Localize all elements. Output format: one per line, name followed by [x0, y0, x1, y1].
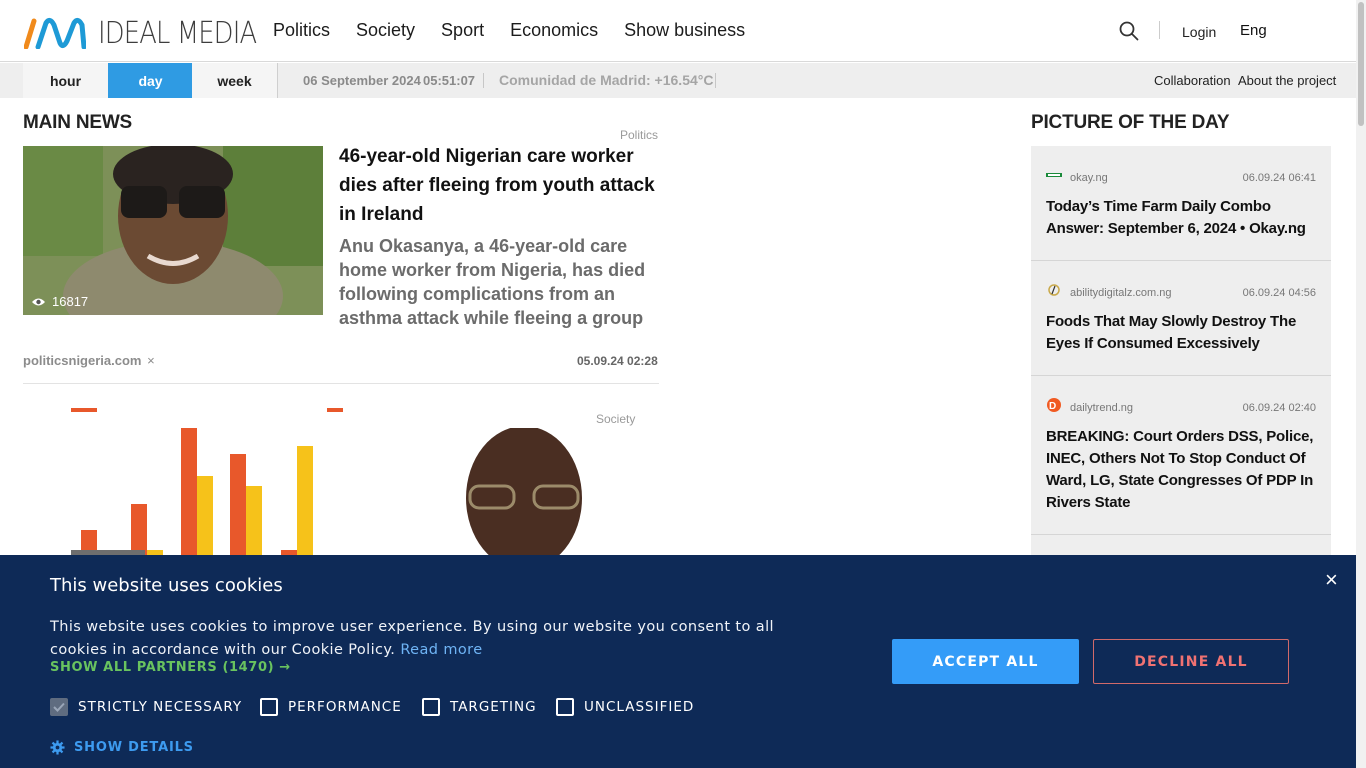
divider: [715, 73, 716, 88]
pod-card[interactable]: okay.ng 06.09.24 06:41 Today’s Time Farm…: [1031, 146, 1331, 261]
source-link[interactable]: politicsnigeria.com: [23, 353, 141, 368]
checkbox-box: [422, 698, 440, 716]
pod-headline[interactable]: BREAKING: Court Orders DSS, Police, INEC…: [1046, 426, 1322, 514]
checkbox-label: STRICTLY NECESSARY: [78, 699, 243, 715]
article-source: politicsnigeria.com ×: [23, 353, 155, 368]
pod-date: 06.09.24 04:56: [1242, 287, 1316, 299]
article2-category[interactable]: Society: [596, 412, 635, 426]
show-partners-link[interactable]: SHOW ALL PARTNERS (1470) →: [50, 660, 291, 675]
article-headline[interactable]: 46-year-old Nigerian care worker dies af…: [339, 142, 661, 229]
article-date: 05.09.24 02:28: [577, 354, 658, 368]
collaboration-link[interactable]: Collaboration: [1154, 73, 1231, 88]
close-icon[interactable]: ×: [1325, 567, 1338, 593]
login-link[interactable]: Login: [1182, 24, 1216, 40]
pod-date: 06.09.24 06:41: [1242, 172, 1316, 184]
eye-icon: [32, 298, 45, 305]
site-logo[interactable]: IDEAL MEDIA: [24, 15, 282, 51]
show-details-button[interactable]: SHOW DETAILS: [50, 740, 194, 755]
accept-all-button[interactable]: ACCEPT ALL: [892, 639, 1079, 684]
article2-chart-image[interactable]: [23, 404, 343, 564]
article-photo: [23, 146, 323, 315]
article-divider: [23, 383, 659, 384]
article2-person-image[interactable]: [430, 428, 610, 564]
nav-item-show-business[interactable]: Show business: [624, 20, 745, 41]
article-category[interactable]: Politics: [620, 128, 658, 142]
about-project-link[interactable]: About the project: [1238, 73, 1336, 88]
weather-info: Comunidad de Madrid: +16.54°C: [499, 72, 714, 88]
pod-source: abilitydigitalz.com.ng: [1070, 287, 1172, 299]
language-switch[interactable]: Eng: [1240, 22, 1267, 39]
logo-mark-icon: [24, 17, 86, 49]
cookie-title: This website uses cookies: [50, 575, 283, 596]
picture-of-day-title: PICTURE OF THE DAY: [1031, 112, 1230, 133]
period-day-tab[interactable]: day: [108, 63, 193, 98]
pod-source: okay.ng: [1070, 172, 1108, 184]
portrait-photo: [430, 428, 610, 564]
period-week-tab[interactable]: week: [192, 63, 277, 98]
bar-divider: [277, 63, 278, 98]
pod-date: 06.09.24 02:40: [1242, 402, 1316, 414]
page-scrollbar[interactable]: [1356, 0, 1366, 768]
view-count: 16817: [31, 294, 88, 309]
read-more-link[interactable]: Read more: [400, 642, 482, 658]
main-news-title: MAIN NEWS: [23, 112, 133, 133]
checkbox-box: [260, 698, 278, 716]
pod-headline[interactable]: Today’s Time Farm Daily Combo Answer: Se…: [1046, 196, 1322, 240]
cookie-description: This website uses cookies to improve use…: [50, 616, 830, 662]
checkbox-checked-icon: [50, 698, 68, 716]
site-header: IDEAL MEDIA Politics Society Sport Econo…: [0, 0, 1356, 62]
checkbox-label: UNCLASSIFIED: [584, 699, 695, 715]
header-divider: [1159, 21, 1160, 39]
decline-all-button[interactable]: DECLINE ALL: [1093, 639, 1289, 684]
show-details-label: SHOW DETAILS: [74, 740, 194, 755]
cookie-banner: This website uses cookies × This website…: [0, 555, 1356, 768]
divider: [483, 73, 484, 88]
scrollbar-thumb[interactable]: [1358, 2, 1364, 126]
checkbox-label: TARGETING: [450, 699, 537, 715]
checkbox-box: [556, 698, 574, 716]
pod-card[interactable]: D dailytrend.ng 06.09.24 02:40 BREAKING:…: [1031, 376, 1331, 535]
pod-headline[interactable]: Foods That May Slowly Destroy The Eyes I…: [1046, 311, 1322, 355]
bar-chart-graphic: [71, 408, 343, 560]
checkbox-targeting[interactable]: TARGETING: [422, 698, 537, 716]
article-image[interactable]: 16817: [23, 146, 323, 315]
okay-ng-icon: [1046, 173, 1062, 177]
checkbox-performance[interactable]: PERFORMANCE: [260, 698, 402, 716]
current-time: 05:51:07: [423, 73, 476, 88]
svg-text:D: D: [1049, 401, 1056, 412]
page: IDEAL MEDIA Politics Society Sport Econo…: [0, 0, 1366, 768]
nav-item-sport[interactable]: Sport: [441, 20, 484, 41]
checkbox-label: PERFORMANCE: [288, 699, 402, 715]
current-date: 06 September 2024: [303, 73, 421, 88]
main-nav: Politics Society Sport Economics Show bu…: [273, 20, 771, 41]
search-icon[interactable]: [1119, 21, 1139, 41]
abilitydigitalz-icon: [1048, 284, 1060, 296]
view-count-value: 16817: [52, 294, 89, 309]
nav-item-economics[interactable]: Economics: [510, 20, 598, 41]
article-lead: Anu Okasanya, a 46-year-old care home wo…: [339, 236, 646, 328]
filter-bar: hour day week 06 September 2024 05:51:07…: [0, 63, 1356, 98]
dailytrend-icon: D: [1047, 398, 1061, 412]
nav-item-politics[interactable]: Politics: [273, 20, 330, 41]
period-hour-tab[interactable]: hour: [23, 63, 108, 98]
pod-source: dailytrend.ng: [1070, 402, 1133, 414]
gear-icon: [50, 740, 65, 755]
pod-card[interactable]: abilitydigitalz.com.ng 06.09.24 04:56 Fo…: [1031, 261, 1331, 376]
hide-source-icon[interactable]: ×: [147, 353, 155, 368]
checkbox-strictly-necessary[interactable]: STRICTLY NECESSARY: [50, 698, 242, 716]
checkbox-unclassified[interactable]: UNCLASSIFIED: [556, 698, 694, 716]
nav-item-society[interactable]: Society: [356, 20, 415, 41]
logo-text: IDEAL MEDIA: [98, 15, 257, 51]
